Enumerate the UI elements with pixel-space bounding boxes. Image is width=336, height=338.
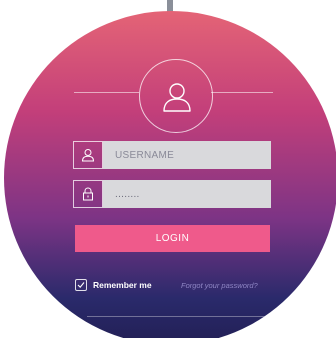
avatar [139, 59, 213, 133]
bottom-divider [87, 316, 271, 317]
forgot-password-link[interactable]: Forgot your password? [181, 281, 258, 290]
check-icon [77, 282, 85, 289]
divider-right [211, 92, 273, 93]
password-input[interactable] [103, 180, 271, 208]
username-icon-box [73, 141, 103, 169]
remember-label: Remember me [93, 280, 152, 290]
username-input[interactable] [103, 141, 271, 169]
user-icon [81, 149, 95, 162]
password-field [73, 180, 271, 208]
password-icon-box [73, 180, 103, 208]
login-widget: LOGIN Remember me Forgot your password? [0, 0, 336, 338]
login-circle-panel: LOGIN Remember me Forgot your password? [4, 11, 336, 338]
lock-icon [83, 187, 93, 201]
user-icon [163, 83, 191, 112]
remember-checkbox[interactable] [75, 279, 87, 291]
username-field [73, 141, 271, 169]
remember-me[interactable]: Remember me [75, 279, 152, 291]
divider-left [74, 92, 139, 93]
login-button[interactable]: LOGIN [75, 225, 270, 252]
